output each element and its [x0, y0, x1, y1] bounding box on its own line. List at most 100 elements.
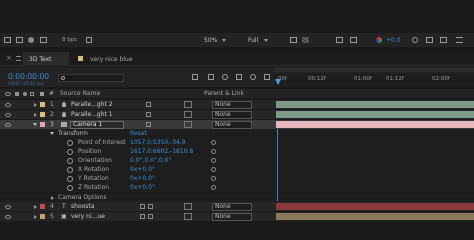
property-value[interactable]: 1057.0,5350,-34.9 — [130, 138, 186, 147]
bpc-label[interactable]: 8 bpc — [62, 37, 77, 43]
camera-snapshot-icon[interactable] — [4, 37, 11, 43]
expression-icon[interactable] — [211, 140, 216, 145]
parent-pickwhip-icon[interactable] — [184, 121, 192, 128]
property-row[interactable]: Orientation 0.0°,0.0°,0.0° — [0, 156, 474, 165]
shy-switch-icon[interactable] — [146, 102, 151, 107]
color-channel-icon[interactable] — [28, 37, 34, 43]
layer-row[interactable]: 1 Paralle...ght 2 None — [0, 100, 474, 109]
exposure-value[interactable]: +0.0 — [386, 37, 401, 44]
channel-icon[interactable] — [440, 37, 447, 43]
layer-name[interactable]: very ni...ue — [71, 212, 105, 221]
layer-duration-bar[interactable] — [276, 121, 474, 128]
chevron-down-icon[interactable] — [222, 39, 226, 42]
fx-switch-icon[interactable] — [148, 214, 153, 219]
collapse-arrow-icon[interactable] — [33, 123, 37, 126]
zoom-select[interactable]: 50% — [204, 37, 217, 44]
menu-icon[interactable] — [456, 37, 463, 43]
expression-icon[interactable] — [211, 149, 216, 154]
parent-select[interactable]: None — [212, 120, 252, 129]
layer-duration-bar[interactable] — [276, 111, 474, 118]
stopwatch-icon[interactable] — [67, 175, 73, 182]
property-row[interactable]: Y Rotation 0x+0.0° — [0, 174, 474, 183]
reset-exposure-icon[interactable] — [412, 37, 418, 43]
shy-layers-icon[interactable] — [222, 74, 228, 80]
expression-icon[interactable] — [211, 167, 216, 172]
motion-blur-icon[interactable] — [250, 74, 256, 80]
current-time[interactable]: 0:00:00:00 — [8, 72, 49, 81]
layer-row[interactable]: 5 ▣ very ni...ue None — [0, 212, 474, 221]
layer-row[interactable]: 4 T shoosta None — [0, 202, 474, 211]
transparency-grid-icon[interactable] — [302, 37, 309, 43]
eye-icon[interactable] — [5, 112, 11, 117]
color-wheel-icon[interactable] — [376, 37, 382, 43]
label-color-swatch[interactable] — [40, 204, 45, 209]
shy-switch-icon[interactable] — [146, 122, 151, 127]
parent-select[interactable]: None — [212, 110, 252, 119]
menu-icon[interactable] — [16, 56, 21, 61]
expand-arrow-icon[interactable] — [34, 204, 37, 209]
expand-arrow-icon[interactable] — [34, 112, 37, 117]
property-value[interactable]: 0x+0.0° — [130, 165, 155, 174]
layer-duration-bar[interactable] — [276, 101, 474, 108]
shy-switch-icon[interactable] — [140, 204, 145, 209]
label-color-swatch[interactable] — [40, 102, 45, 107]
region-of-interest-icon[interactable] — [290, 37, 297, 43]
frame-blending-icon[interactable] — [236, 74, 242, 80]
shy-switch-icon[interactable] — [146, 112, 151, 117]
shy-switch-icon[interactable] — [140, 214, 145, 219]
expression-icon[interactable] — [211, 185, 216, 190]
expand-arrow-icon[interactable] — [34, 214, 37, 219]
column-source-name[interactable]: Source Name — [60, 89, 100, 98]
layer-row[interactable]: 2 Paralle...ght 1 None — [0, 110, 474, 119]
stopwatch-icon[interactable] — [67, 166, 73, 173]
parent-pickwhip-icon[interactable] — [184, 203, 192, 210]
comp-flowchart-icon[interactable] — [192, 74, 198, 80]
parent-select[interactable]: None — [212, 212, 252, 221]
view-layout-icon[interactable] — [336, 37, 343, 43]
parent-pickwhip-icon[interactable] — [184, 213, 192, 220]
fast-preview-icon[interactable] — [40, 37, 47, 43]
grid-icon[interactable] — [350, 37, 357, 43]
property-value[interactable]: 1617.0,6602,-1810.8 — [130, 147, 193, 156]
label-color-swatch[interactable] — [40, 112, 45, 117]
parent-select[interactable]: None — [212, 202, 252, 211]
stopwatch-icon[interactable] — [67, 157, 73, 164]
eye-icon[interactable] — [5, 122, 11, 127]
expression-icon[interactable] — [211, 176, 216, 181]
work-area-bar[interactable] — [274, 67, 474, 72]
eye-icon[interactable] — [5, 204, 11, 209]
time-ruler[interactable]: 00f 00:12f 01:00f 01:12f 02:00f — [274, 73, 474, 87]
property-value[interactable]: 0x+0.0° — [130, 174, 155, 183]
playhead-icon[interactable] — [275, 79, 281, 85]
close-icon[interactable]: × — [6, 55, 12, 62]
eye-icon[interactable] — [5, 102, 11, 107]
eye-icon[interactable] — [5, 214, 11, 219]
show-snapshot-icon[interactable] — [16, 37, 23, 43]
expression-icon[interactable] — [211, 158, 216, 163]
property-row[interactable]: Point of Interest 1057.0,5350,-34.9 — [0, 138, 474, 147]
transform-group-row[interactable]: Transform Reset — [0, 129, 474, 138]
layer-name-box[interactable]: Camera 1 — [70, 120, 124, 129]
resolution-select[interactable]: Full — [248, 37, 258, 44]
parent-pickwhip-icon[interactable] — [184, 111, 192, 118]
tab-very-nice-blue[interactable]: very nice blue — [90, 56, 133, 63]
stopwatch-icon[interactable] — [67, 148, 73, 155]
layer-duration-bar[interactable] — [276, 203, 474, 210]
expand-arrow-icon[interactable] — [34, 102, 37, 107]
property-value[interactable]: 0x+0.0° — [130, 183, 155, 192]
layer-name[interactable]: Paralle...ght 1 — [71, 110, 113, 119]
label-color-swatch[interactable] — [40, 122, 45, 127]
tab-3d-text[interactable]: 3D Text — [23, 52, 69, 66]
column-parent-link[interactable]: Parent & Link — [204, 89, 244, 98]
expand-arrow-icon[interactable] — [51, 195, 54, 200]
search-input[interactable] — [58, 74, 124, 82]
camera-options-row[interactable]: Camera Options — [0, 193, 474, 202]
graph-editor-icon[interactable] — [264, 74, 270, 80]
trash-icon[interactable] — [86, 37, 92, 43]
parent-pickwhip-icon[interactable] — [184, 101, 192, 108]
property-row[interactable]: X Rotation 0x+0.0° — [0, 165, 474, 174]
chevron-down-icon[interactable] — [264, 39, 268, 42]
draft-3d-icon[interactable] — [208, 74, 214, 80]
label-color-swatch[interactable] — [40, 214, 45, 219]
reset-link[interactable]: Reset — [130, 129, 147, 138]
